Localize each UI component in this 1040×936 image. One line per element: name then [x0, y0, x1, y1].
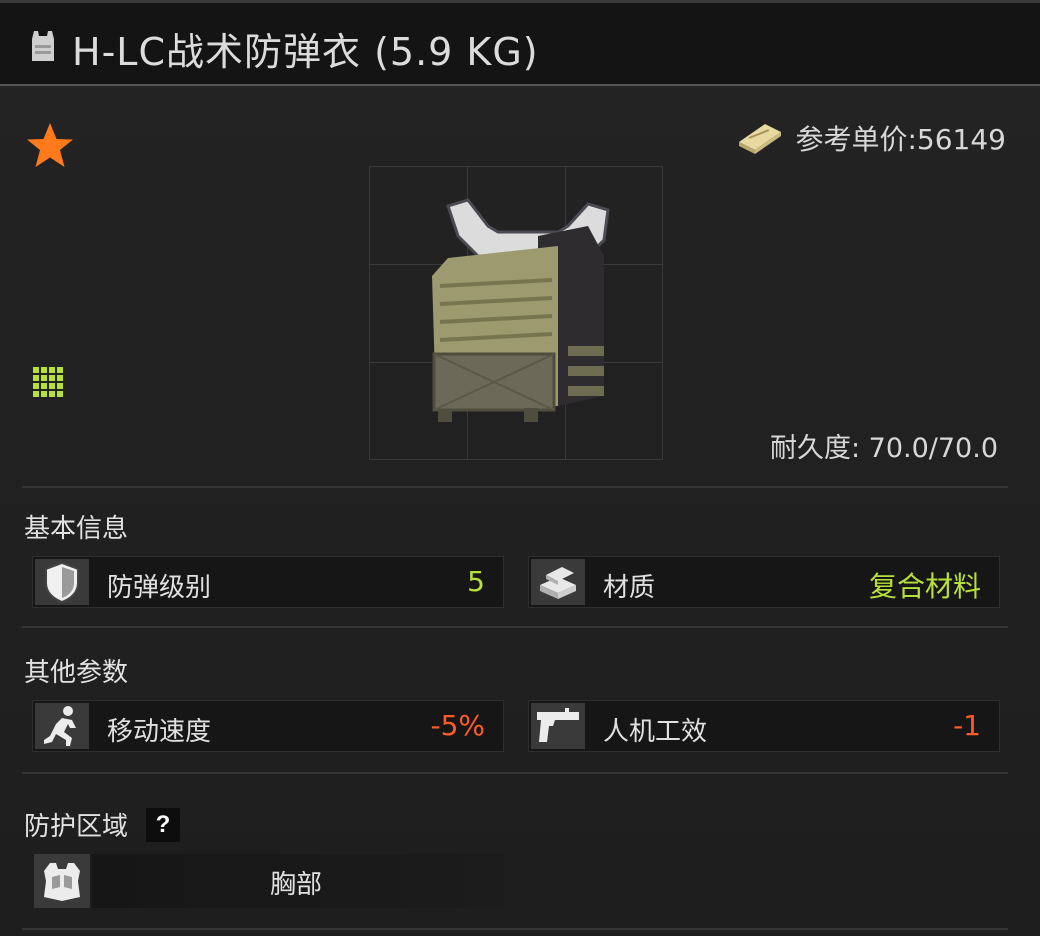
stat-value: -1: [953, 709, 981, 742]
protection-zone-chest: 胸部: [34, 852, 504, 908]
chest-armor-icon: [44, 863, 80, 901]
section-title-protection: 防护区域: [24, 812, 129, 842]
divider: [22, 928, 1008, 930]
section-title-basic-info: 基本信息: [24, 514, 129, 544]
running-icon: [44, 706, 76, 746]
stat-material: 材质 复合材料: [528, 556, 1000, 608]
material-icon: [540, 567, 576, 599]
stat-value: 复合材料: [868, 570, 981, 603]
stat-value: 5: [467, 565, 485, 598]
pistol-icon: [537, 708, 579, 742]
stat-ergonomics: 人机工效 -1: [528, 700, 1000, 752]
divider: [22, 772, 1008, 774]
vest-icon: [32, 31, 54, 61]
stat-armor-class: 防弹级别 5: [32, 556, 504, 608]
item-title: H-LC战术防弹衣 (5.9 KG): [72, 30, 539, 74]
durability-label: 耐久度: 70.0/70.0: [769, 433, 998, 464]
zone-label: 胸部: [270, 870, 323, 900]
price-label: 参考单价:56149: [795, 123, 1006, 156]
divider: [22, 486, 1008, 488]
money-icon: [739, 124, 782, 154]
vest-image: [432, 198, 610, 422]
star-icon[interactable]: [24, 120, 76, 172]
shield-icon: [45, 561, 79, 603]
stat-label: 移动速度: [107, 717, 212, 747]
reference-price: 参考单价:56149: [735, 118, 1006, 158]
stat-value: -5%: [430, 709, 485, 742]
title-bar: H-LC战术防弹衣 (5.9 KG): [0, 0, 1040, 84]
stat-label: 防弹级别: [107, 573, 212, 603]
stat-move-speed: 移动速度 -5%: [32, 700, 504, 752]
stat-label: 材质: [603, 573, 656, 603]
stat-label: 人机工效: [603, 717, 708, 747]
section-title-other-params: 其他参数: [24, 658, 129, 688]
grid-icon: [33, 367, 63, 397]
help-icon[interactable]: ?: [146, 808, 180, 842]
divider: [22, 626, 1008, 628]
